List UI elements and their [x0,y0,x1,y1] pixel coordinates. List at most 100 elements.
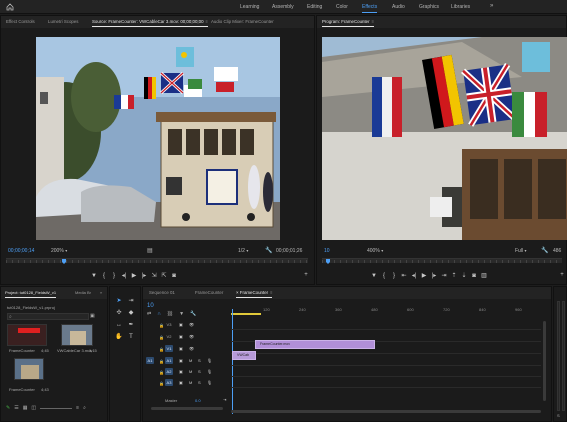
icon-view-icon[interactable]: ▦ [23,405,28,411]
track-height-scroll[interactable] [151,407,223,410]
pen-icon[interactable]: ✒ [127,321,135,329]
find-icon[interactable]: ⌕ [83,405,86,411]
time-ruler[interactable]: 120 240 360 480 600 720 840 960 [231,305,551,315]
clip-icon[interactable]: ▤ [147,247,153,254]
pencil-icon[interactable]: ✎ [6,405,10,411]
step-back-icon[interactable]: ◂| [119,272,129,279]
play-icon[interactable]: ▶ [419,272,429,279]
tab-source[interactable]: Source: FrameCounter: VWCableCar 3.mov: … [92,19,208,27]
track-select-icon[interactable]: ⇥ [127,297,135,305]
tab-menu-icon[interactable]: ≡ [206,19,208,24]
tab-sequence-01[interactable]: Sequence 01 [149,290,175,295]
lift-icon[interactable]: ⇡ [449,272,459,279]
program-playhead[interactable] [326,259,330,264]
project-thumb-framecounter-2[interactable] [14,358,44,380]
step-forward-icon[interactable]: |▸ [139,272,149,279]
program-timecode[interactable]: 10 [324,248,330,254]
linked-icon[interactable]: ⛓ [167,311,173,317]
settings-icon[interactable]: 🔧 [190,311,196,317]
list-view-icon[interactable]: ☰ [14,405,18,411]
insert-icon[interactable]: ⇲ [149,272,159,279]
mute-button[interactable]: M [189,358,192,363]
tab-effect-controls[interactable]: Effect Controls [6,19,35,24]
eye-icon[interactable]: 👁 [189,346,194,351]
workspace-effects[interactable]: Effects [362,4,378,13]
mark-in-icon[interactable]: { [379,273,389,279]
toggle-output-icon[interactable]: ▣ [179,346,183,351]
lock-icon[interactable]: 🔒 [159,347,164,352]
hand-icon[interactable]: ✋ [115,333,123,341]
lock-icon[interactable]: 🔒 [159,323,164,328]
mark-out-icon[interactable]: } [389,273,399,279]
mic-icon[interactable]: 🎙 [207,369,212,374]
source-zoom-select[interactable]: 200% ▾ [51,248,67,254]
track-label-a1[interactable]: A1 [165,357,173,364]
mute-button[interactable]: M [189,380,192,385]
lock-icon[interactable]: 🔒 [159,335,164,340]
lock-icon[interactable]: 🔒 [159,370,164,375]
solo-button[interactable]: S [557,413,560,418]
marker-icon[interactable]: ▼ [369,273,379,279]
vertical-scrollbar[interactable] [543,321,546,401]
workspace-editing[interactable]: Editing [307,4,322,10]
solo-button[interactable]: S [198,358,201,363]
mark-out-icon[interactable]: } [109,273,119,279]
source-playhead[interactable] [62,259,66,264]
tab-program[interactable]: Program: FrameCounter ≡ [322,19,374,27]
eye-icon[interactable]: 👁 [189,322,194,327]
slip-icon[interactable]: ↔ [115,321,123,329]
ripple-edit-icon[interactable]: ✣ [115,309,123,317]
program-scrubber[interactable] [322,258,562,264]
lane-a1[interactable] [231,356,541,366]
solo-button[interactable]: S [198,380,201,385]
tab-menu-icon[interactable]: ≡ [372,19,374,24]
lane-a3[interactable] [231,378,541,388]
project-search-input[interactable]: ⌕ [7,313,89,320]
selection-tool-icon[interactable]: ➤ [115,297,123,305]
source-resolution-select[interactable]: 1/2 ▾ [238,248,248,254]
sync-lock-icon[interactable]: ▣ [179,369,183,374]
go-to-out-icon[interactable]: ⇥ [439,272,449,279]
work-area-bar[interactable] [231,313,261,315]
clip-framecounter[interactable]: FrameCounter.mov [255,340,375,349]
track-label-a2[interactable]: A2 [165,368,173,375]
go-to-end-icon[interactable]: ⇥ [223,397,226,402]
workspace-learning[interactable]: Learning [240,4,259,10]
tab-project[interactable]: Project: tut0128_FieldsW_v1 [5,290,57,298]
tab-menu-icon[interactable]: ≡ [270,290,272,295]
toggle-output-icon[interactable]: ▣ [179,322,183,327]
source-timecode-in[interactable]: 00;00;00;14 [8,248,34,254]
marker-icon[interactable]: ▼ [89,273,99,279]
sync-lock-icon[interactable]: ▣ [179,380,183,385]
wrench-icon[interactable]: 🔧 [541,247,548,254]
tab-framecounter-1[interactable]: FrameCounter [195,290,223,295]
program-video-frame[interactable] [322,37,567,240]
zoom-slider[interactable] [40,408,73,409]
camera-icon[interactable]: ◙ [169,273,179,279]
tab-media-browser[interactable]: Media Br [75,290,91,295]
clip-vwcab[interactable]: VWCab [232,351,256,360]
workspace-libraries[interactable]: Libraries [451,4,470,10]
tab-lumetri-scopes[interactable]: Lumetri Scopes [48,19,79,24]
home-icon[interactable] [6,3,14,11]
source-video-frame[interactable] [36,37,280,240]
workspace-audio[interactable]: Audio [392,4,405,10]
wrench-icon[interactable]: 🔧 [265,247,272,254]
nest-icon[interactable]: ⇄ [147,311,151,317]
sync-lock-icon[interactable]: ▣ [179,358,183,363]
more-panels-icon[interactable]: » [100,290,102,295]
go-to-in-icon[interactable]: ⇤ [399,272,409,279]
project-thumb-framecounter[interactable] [7,324,47,346]
workspace-color[interactable]: Color [336,4,348,10]
lock-icon[interactable]: 🔒 [159,359,164,364]
add-marker-icon[interactable]: ▼ [179,311,184,317]
overwrite-icon[interactable]: ⇱ [159,272,169,279]
program-zoom-select[interactable]: 400% ▾ [367,248,383,254]
snap-icon[interactable]: ∩ [157,311,161,317]
source-patch-a1[interactable]: A1 [146,357,154,364]
mic-icon[interactable]: 🎙 [207,380,212,385]
new-bin-icon[interactable]: ▣ [90,313,95,319]
timeline-timecode[interactable]: 10 [147,303,154,309]
project-thumb-cablecar[interactable] [61,324,93,346]
tab-audio-clip-mixer[interactable]: Audio Clip Mixer: FrameCounter [211,19,274,24]
